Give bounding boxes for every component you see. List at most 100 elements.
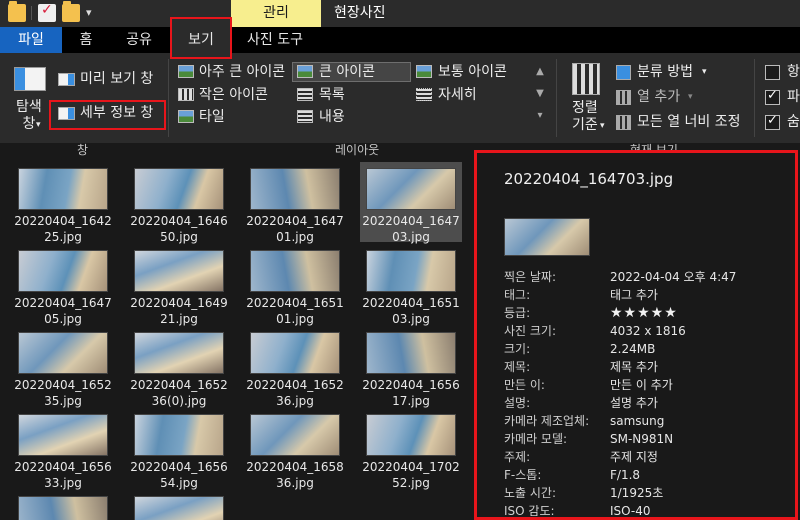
- property-label: 만든 이:: [504, 378, 545, 392]
- layout-list[interactable]: 목록: [319, 86, 345, 104]
- property-value: 1/1925초: [610, 486, 664, 500]
- file-item[interactable]: 20220404_165236.jpg: [244, 326, 346, 408]
- ribbon-panel: 탐색 창 ▾ 미리 보기 창 세부 정보 창 아주 큰 아이콘 큰 아이콘 보통…: [0, 53, 800, 143]
- photo-thumbnail: [134, 496, 224, 520]
- separator: [31, 6, 32, 20]
- layout-group-label: 레이아웃: [335, 143, 380, 157]
- add-columns-button[interactable]: 열 추가: [637, 88, 680, 106]
- file-item[interactable]: 20220404_164921.jpg: [128, 244, 230, 326]
- chevron-down-icon: ▾: [36, 120, 41, 130]
- sort-by-button[interactable]: 정렬 기준: [572, 100, 598, 134]
- preview-pane-icon: [58, 73, 75, 86]
- context-tab-manage[interactable]: 관리: [231, 0, 321, 27]
- file-name: 20220404_165235.jpg: [14, 378, 112, 408]
- folder-icon[interactable]: [8, 1, 26, 22]
- details-pane-button[interactable]: 세부 정보 창: [80, 104, 153, 122]
- file-name: 20220404_170252.jpg: [362, 460, 460, 490]
- layout-content[interactable]: 내용: [319, 108, 345, 126]
- group-by-button[interactable]: 분류 방법: [637, 63, 693, 81]
- photo-thumbnail: [18, 332, 108, 374]
- file-item[interactable]: 20220404_164701.jpg: [244, 162, 346, 244]
- divider: [168, 59, 169, 137]
- file-extensions-checkbox[interactable]: [765, 88, 780, 105]
- property-label: 주제:: [504, 450, 531, 464]
- tab-file[interactable]: 파일: [0, 27, 62, 53]
- file-item[interactable]: 20220404_165654.jpg: [128, 408, 230, 490]
- file-item[interactable]: 20220404_164225.jpg: [12, 162, 114, 244]
- item-checkboxes-label: 항: [787, 64, 800, 80]
- group-by-icon: [616, 65, 631, 80]
- file-item[interactable]: 20220404_165836.jpg: [244, 408, 346, 490]
- file-item[interactable]: 20220404_164650.jpg: [128, 162, 230, 244]
- tab-share[interactable]: 공유: [110, 27, 168, 53]
- properties-icon[interactable]: [38, 2, 56, 22]
- tab-home[interactable]: 홈: [62, 27, 110, 53]
- layout-gallery-scroll[interactable]: ▲ ▼ ▾: [533, 61, 547, 131]
- layout-extra-large-icons[interactable]: 아주 큰 아이콘: [199, 63, 285, 81]
- layout-medium-icons[interactable]: 보통 아이콘: [438, 63, 507, 81]
- property-value: F/1.8: [610, 468, 641, 482]
- file-item-selected[interactable]: 20220404_164703.jpg: [360, 162, 462, 244]
- file-name: 20220404_164701.jpg: [246, 214, 344, 244]
- divider: [754, 59, 755, 137]
- divider: [556, 59, 557, 137]
- property-label: 크기:: [504, 342, 531, 356]
- rating-stars[interactable]: ★★★★★: [610, 305, 678, 321]
- photo-thumbnail: [134, 332, 224, 374]
- property-value: 4032 x 1816: [610, 324, 686, 338]
- file-item[interactable]: 20220404_165103.jpg: [360, 244, 462, 326]
- property-value[interactable]: 설명 추가: [610, 395, 658, 411]
- extra-large-icons-icon: [178, 65, 194, 78]
- file-item[interactable]: 20220404_165236(0).jpg: [128, 326, 230, 408]
- medium-icons-icon: [416, 65, 432, 78]
- property-value[interactable]: 제목 추가: [610, 359, 658, 375]
- photo-thumbnail: [18, 414, 108, 456]
- photo-thumbnail: [18, 250, 108, 292]
- property-label: 등급:: [504, 306, 531, 320]
- small-icons-icon: [178, 88, 194, 101]
- chevron-down-icon: ▾: [600, 121, 605, 131]
- item-checkboxes-checkbox[interactable]: [765, 65, 780, 80]
- title-bar: ▾ 관리 현장사진: [0, 0, 800, 27]
- window-title: 현장사진: [334, 5, 386, 21]
- tiles-icon: [178, 110, 194, 123]
- property-label: ISO 감도:: [504, 504, 555, 518]
- file-item[interactable]: 20220404_164705.jpg: [12, 244, 114, 326]
- size-all-columns-button[interactable]: 모든 열 너비 조정: [637, 113, 741, 131]
- property-value[interactable]: 만든 이 추가: [610, 377, 673, 393]
- layout-small-icons[interactable]: 작은 아이콘: [199, 86, 268, 104]
- customize-toolbar-icon[interactable]: ▾: [86, 6, 92, 19]
- layout-tiles[interactable]: 타일: [199, 108, 225, 126]
- file-item[interactable]: 20220404_170252.jpg: [360, 408, 462, 490]
- size-all-columns-icon: [616, 115, 631, 130]
- file-name: 20220404_164705.jpg: [14, 296, 112, 326]
- property-value: samsung: [610, 414, 665, 428]
- file-item[interactable]: 20220404_165235.jpg: [12, 326, 114, 408]
- file-name: 20220404_165236.jpg: [246, 378, 344, 408]
- file-item[interactable]: [12, 490, 114, 520]
- file-name: 20220404_164921.jpg: [130, 296, 228, 326]
- tab-picture-tools[interactable]: 사진 도구: [232, 27, 318, 53]
- tab-view[interactable]: 보기: [172, 27, 230, 53]
- file-item[interactable]: 20220404_165101.jpg: [244, 244, 346, 326]
- navigation-pane-icon: [14, 67, 46, 91]
- hidden-items-checkbox[interactable]: [765, 113, 780, 130]
- file-name: 20220404_165617.jpg: [362, 378, 460, 408]
- content-icon: [297, 110, 313, 123]
- property-value[interactable]: 주제 지정: [610, 449, 658, 465]
- file-item[interactable]: 20220404_165633.jpg: [12, 408, 114, 490]
- new-folder-icon[interactable]: [62, 1, 80, 22]
- property-value[interactable]: 2022-04-04 오후 4:47: [610, 269, 736, 285]
- photo-thumbnail: [366, 168, 456, 210]
- property-value[interactable]: 태그 추가: [610, 287, 658, 303]
- pane-group-label: 창: [77, 143, 89, 157]
- layout-details[interactable]: 자세히: [438, 86, 477, 104]
- property-label: 사진 크기:: [504, 324, 557, 338]
- file-item[interactable]: [128, 490, 230, 520]
- layout-large-icons[interactable]: 큰 아이콘: [319, 63, 375, 81]
- file-item[interactable]: 20220404_165617.jpg: [360, 326, 462, 408]
- preview-pane-button[interactable]: 미리 보기 창: [80, 70, 153, 88]
- file-name: 20220404_165236(0).jpg: [130, 378, 228, 408]
- property-label: 설명:: [504, 396, 531, 410]
- property-label: 카메라 모델:: [504, 432, 568, 446]
